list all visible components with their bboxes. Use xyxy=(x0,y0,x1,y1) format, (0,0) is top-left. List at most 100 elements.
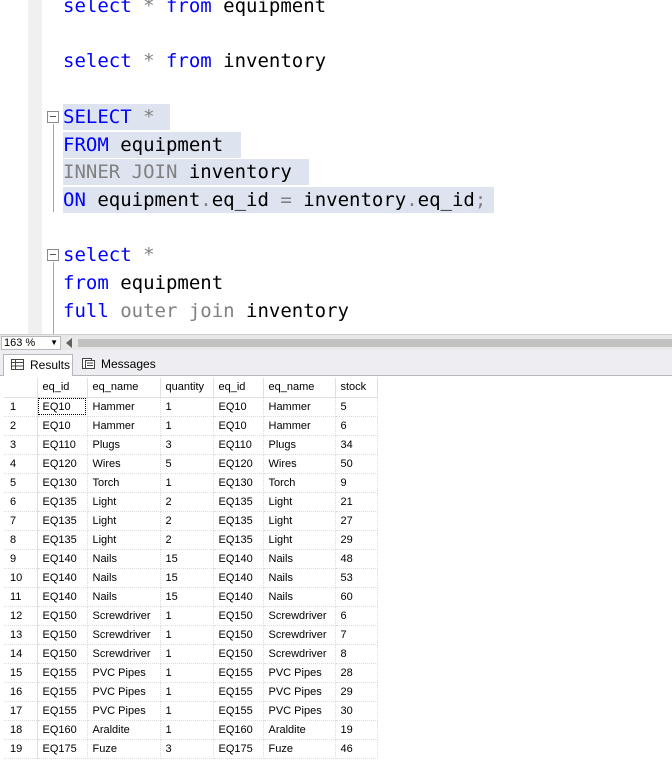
grid-cell[interactable]: 46 xyxy=(335,739,378,759)
row-number[interactable]: 11 xyxy=(4,587,38,607)
table-row[interactable]: 15 EQ155 PVC Pipes 1 EQ155 PVC Pipes 28 xyxy=(4,663,378,683)
code-line[interactable]: INNER JOIN inventory xyxy=(63,159,309,186)
grid-cell[interactable]: Light xyxy=(263,511,336,531)
row-number[interactable]: 3 xyxy=(4,435,38,455)
column-header[interactable]: quantity xyxy=(160,378,214,398)
grid-cell[interactable]: 2 xyxy=(160,530,214,550)
column-header[interactable]: eq_id xyxy=(213,378,264,398)
grid-cell[interactable]: 60 xyxy=(335,587,378,607)
grid-cell[interactable]: Hammer xyxy=(87,397,161,417)
row-number[interactable]: 9 xyxy=(4,549,38,569)
row-number[interactable]: 8 xyxy=(4,530,38,550)
grid-cell[interactable]: 15 xyxy=(160,587,214,607)
grid-cell[interactable]: 7 xyxy=(335,625,378,645)
grid-cell[interactable]: EQ135 xyxy=(37,492,88,512)
grid-cell[interactable]: Torch xyxy=(87,473,161,493)
row-number[interactable]: 15 xyxy=(4,663,38,683)
grid-cell[interactable]: EQ135 xyxy=(37,511,88,531)
grid-cell[interactable]: 19 xyxy=(335,720,378,740)
scroll-left-icon[interactable] xyxy=(66,338,72,348)
table-row[interactable]: 16 EQ155 PVC Pipes 1 EQ155 PVC Pipes 29 xyxy=(4,682,378,702)
table-row[interactable]: 3 EQ110 Plugs 3 EQ110 Plugs 34 xyxy=(4,435,378,455)
grid-cell[interactable]: Screwdriver xyxy=(87,606,161,626)
grid-cell[interactable]: EQ155 xyxy=(37,682,88,702)
grid-cell[interactable]: 1 xyxy=(160,663,214,683)
grid-cell[interactable]: Fuze xyxy=(263,739,336,759)
grid-cell[interactable]: Hammer xyxy=(263,397,336,417)
grid-cell[interactable]: EQ150 xyxy=(213,606,264,626)
grid-cell[interactable]: PVC Pipes xyxy=(87,663,161,683)
row-number[interactable]: 18 xyxy=(4,720,38,740)
column-header[interactable]: eq_id xyxy=(37,378,88,398)
grid-cell[interactable]: Torch xyxy=(263,473,336,493)
grid-cell[interactable]: EQ155 xyxy=(37,663,88,683)
row-number[interactable]: 1 xyxy=(4,397,38,417)
grid-cell[interactable]: Nails xyxy=(263,568,336,588)
table-row[interactable]: 18 EQ160 Araldite 1 EQ160 Araldite 19 xyxy=(4,720,378,740)
grid-cell[interactable]: EQ135 xyxy=(213,492,264,512)
table-row[interactable]: 14 EQ150 Screwdriver 1 EQ150 Screwdriver 8 xyxy=(4,644,378,664)
grid-cell[interactable]: 29 xyxy=(335,682,378,702)
table-row[interactable]: 10 EQ140 Nails 15 EQ140 Nails 53 xyxy=(4,568,378,588)
code-line[interactable]: select * xyxy=(63,242,155,268)
grid-cell[interactable]: EQ140 xyxy=(213,568,264,588)
row-number[interactable]: 2 xyxy=(4,416,38,436)
grid-cell[interactable]: 5 xyxy=(160,454,214,474)
row-number[interactable]: 4 xyxy=(4,454,38,474)
grid-cell[interactable]: 1 xyxy=(160,720,214,740)
grid-cell[interactable]: EQ155 xyxy=(213,663,264,683)
grid-cell[interactable]: 28 xyxy=(335,663,378,683)
grid-cell[interactable]: EQ150 xyxy=(213,644,264,664)
grid-cell[interactable]: 48 xyxy=(335,549,378,569)
collapse-icon[interactable] xyxy=(47,111,59,123)
grid-cell[interactable]: Light xyxy=(263,492,336,512)
grid-cell[interactable]: Screwdriver xyxy=(263,625,336,645)
horizontal-scrollbar[interactable] xyxy=(78,339,672,347)
row-number[interactable]: 17 xyxy=(4,701,38,721)
grid-cell[interactable]: Screwdriver xyxy=(87,625,161,645)
table-row[interactable]: 9 EQ140 Nails 15 EQ140 Nails 48 xyxy=(4,549,378,569)
code-line[interactable]: select * from equipment xyxy=(63,0,326,19)
grid-cell[interactable]: EQ150 xyxy=(37,606,88,626)
grid-cell[interactable]: EQ150 xyxy=(37,625,88,645)
grid-cell[interactable]: PVC Pipes xyxy=(263,701,336,721)
table-row[interactable]: 12 EQ150 Screwdriver 1 EQ150 Screwdriver 6 xyxy=(4,606,378,626)
table-row[interactable]: 4 EQ120 Wires 5 EQ120 Wires 50 xyxy=(4,454,378,474)
grid-cell[interactable]: 8 xyxy=(335,644,378,664)
grid-cell[interactable]: 50 xyxy=(335,454,378,474)
grid-cell[interactable]: EQ10 xyxy=(37,416,88,436)
grid-cell[interactable]: 1 xyxy=(160,644,214,664)
grid-cell[interactable]: EQ135 xyxy=(213,511,264,531)
grid-cell[interactable]: Screwdriver xyxy=(87,644,161,664)
grid-cell[interactable]: 1 xyxy=(160,682,214,702)
grid-cell[interactable]: 1 xyxy=(160,416,214,436)
grid-cell[interactable]: PVC Pipes xyxy=(87,682,161,702)
grid-cell[interactable]: EQ140 xyxy=(213,549,264,569)
grid-cell[interactable]: EQ140 xyxy=(37,549,88,569)
grid-cell[interactable]: EQ175 xyxy=(213,739,264,759)
grid-cell[interactable]: EQ10 xyxy=(213,397,264,417)
table-row[interactable]: 7 EQ135 Light 2 EQ135 Light 27 xyxy=(4,511,378,531)
table-row[interactable]: 17 EQ155 PVC Pipes 1 EQ155 PVC Pipes 30 xyxy=(4,701,378,721)
table-row[interactable]: 8 EQ135 Light 2 EQ135 Light 29 xyxy=(4,530,378,550)
row-number[interactable]: 7 xyxy=(4,511,38,531)
grid-cell[interactable]: 3 xyxy=(160,435,214,455)
grid-cell[interactable]: 30 xyxy=(335,701,378,721)
zoom-select[interactable]: 163 % ▼ xyxy=(1,336,61,350)
table-row[interactable]: 6 EQ135 Light 2 EQ135 Light 21 xyxy=(4,492,378,512)
row-number[interactable]: 13 xyxy=(4,625,38,645)
grid-cell[interactable]: PVC Pipes xyxy=(263,682,336,702)
grid-cell[interactable]: EQ160 xyxy=(37,720,88,740)
tab-results[interactable]: Results xyxy=(3,354,73,377)
grid-cell[interactable]: 6 xyxy=(335,606,378,626)
grid-cell[interactable]: EQ155 xyxy=(213,701,264,721)
grid-cell[interactable]: Araldite xyxy=(263,720,336,740)
grid-cell[interactable]: Wires xyxy=(263,454,336,474)
grid-cell[interactable]: EQ140 xyxy=(213,587,264,607)
grid-cell[interactable]: EQ160 xyxy=(213,720,264,740)
query-editor[interactable]: select * from equipment select * from inv… xyxy=(0,0,672,334)
grid-cell[interactable]: EQ135 xyxy=(37,530,88,550)
table-row[interactable]: 19 EQ175 Fuze 3 EQ175 Fuze 46 xyxy=(4,739,378,759)
grid-cell[interactable]: PVC Pipes xyxy=(87,701,161,721)
grid-cell[interactable]: Screwdriver xyxy=(263,644,336,664)
